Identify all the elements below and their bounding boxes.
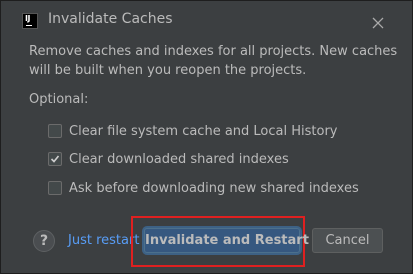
close-button[interactable] — [372, 14, 384, 29]
clear-file-system-cache-checkbox[interactable] — [48, 124, 62, 138]
option-label: Clear downloaded shared indexes — [69, 151, 289, 167]
option-label: Ask before downloading new shared indexe… — [69, 180, 359, 196]
cancel-button[interactable]: Cancel — [312, 228, 383, 253]
optional-label: Optional: — [29, 92, 89, 107]
close-icon — [372, 17, 384, 29]
option-clear-downloaded-shared-indexes[interactable]: Clear downloaded shared indexes — [48, 151, 289, 167]
dialog-title: Invalidate Caches — [48, 11, 173, 27]
help-button[interactable]: ? — [33, 230, 55, 252]
title-bar: IJ Invalidate Caches — [1, 1, 412, 41]
app-icon-bar — [26, 25, 32, 26]
dialog-description: Remove caches and indexes for all projec… — [29, 44, 398, 78]
invalidate-and-restart-button[interactable]: Invalidate and Restart — [144, 228, 309, 253]
option-ask-before-downloading[interactable]: Ask before downloading new shared indexe… — [48, 180, 359, 196]
ask-before-downloading-checkbox[interactable] — [48, 181, 62, 195]
clear-downloaded-shared-indexes-checkbox[interactable] — [48, 152, 62, 166]
option-label: Clear file system cache and Local Histor… — [69, 123, 338, 139]
intellij-app-icon: IJ — [22, 13, 38, 29]
just-restart-link[interactable]: Just restart — [68, 233, 139, 248]
app-icon-text: IJ — [25, 14, 30, 23]
invalidate-caches-dialog: IJ Invalidate Caches Remove caches and i… — [0, 0, 413, 274]
option-clear-file-system-cache[interactable]: Clear file system cache and Local Histor… — [48, 123, 338, 139]
checkmark-icon — [50, 155, 60, 163]
